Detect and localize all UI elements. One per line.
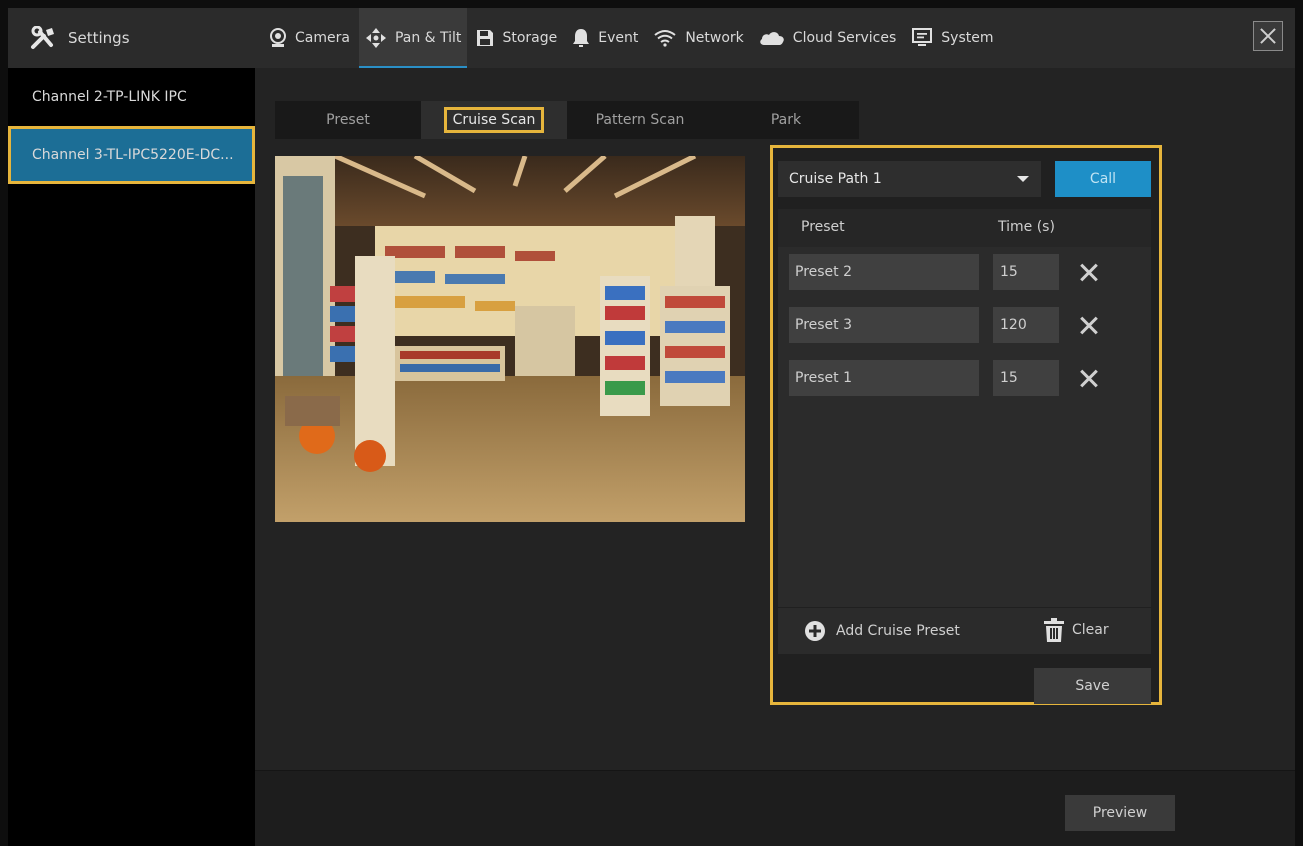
preset-field[interactable]: Preset 1	[789, 360, 979, 396]
cruise-panel: Cruise Path 1 Call Preset Time (s) Prese…	[770, 145, 1162, 705]
camera-image	[275, 156, 745, 522]
settings-label: Settings	[68, 29, 130, 47]
tab-cloud-services[interactable]: Cloud Services	[753, 8, 902, 68]
wifi-icon	[654, 30, 676, 47]
trash-icon	[1044, 618, 1064, 642]
channel-sidebar: Channel 2-TP-LINK IPC Channel 3-TL-IPC52…	[8, 68, 255, 846]
tab-pattern-scan[interactable]: Pattern Scan	[567, 101, 713, 139]
cruise-path-select[interactable]: Cruise Path 1	[778, 161, 1041, 197]
preset-field[interactable]: Preset 2	[789, 254, 979, 290]
main-content: Preset Cruise Scan Pattern Scan Park Cru…	[255, 68, 1295, 846]
tab-camera-label: Camera	[295, 30, 350, 46]
list-actions: Add Cruise Preset Clear	[778, 608, 1151, 654]
cruise-preset-list: Preset Time (s) Preset 2 15 Preset 3 120…	[778, 209, 1151, 607]
settings-title: Settings	[30, 26, 130, 50]
storage-icon	[477, 30, 494, 46]
tab-cloud-services-label: Cloud Services	[792, 30, 897, 46]
tab-camera[interactable]: Camera	[263, 8, 356, 68]
top-bar: Settings Camera Pan & Tilt Storage Event…	[8, 8, 1295, 68]
tab-network-label: Network	[685, 30, 744, 46]
plus-circle-icon	[805, 621, 825, 641]
column-preset: Preset	[801, 219, 845, 235]
preview-button[interactable]: Preview	[1065, 795, 1175, 831]
delete-icon[interactable]	[1078, 367, 1100, 389]
column-time: Time (s)	[998, 219, 1055, 235]
tab-pan-tilt-label: Pan & Tilt	[394, 30, 462, 46]
preview-button-label: Preview	[1092, 805, 1148, 821]
tools-icon	[31, 26, 54, 49]
tab-cruise-scan[interactable]: Cruise Scan	[421, 101, 567, 139]
main-nav: Camera Pan & Tilt Storage Event Network …	[263, 8, 1003, 68]
save-button[interactable]: Save	[1034, 668, 1151, 704]
close-button[interactable]	[1253, 21, 1283, 51]
list-header: Preset Time (s)	[778, 209, 1151, 247]
list-item: Preset 2 15	[778, 247, 1151, 300]
time-field[interactable]: 120	[993, 307, 1059, 343]
tab-system-label: System	[941, 30, 994, 46]
tab-preset-label: Preset	[326, 112, 370, 128]
tab-park[interactable]: Park	[713, 101, 859, 139]
delete-icon[interactable]	[1078, 261, 1100, 283]
tab-preset[interactable]: Preset	[275, 101, 421, 139]
tab-network[interactable]: Network	[647, 8, 749, 68]
caret-down-icon	[1017, 176, 1029, 182]
call-button-label: Call	[1089, 171, 1117, 187]
monitor-icon	[912, 28, 933, 46]
time-field[interactable]: 15	[993, 254, 1059, 290]
sidebar-item-label: Channel 2-TP-LINK IPC	[32, 89, 187, 105]
clear-label: Clear	[1072, 622, 1109, 638]
tab-storage-label: Storage	[502, 30, 558, 46]
camera-icon	[270, 28, 286, 47]
footer-bar: Preview	[255, 770, 1295, 846]
bell-icon	[573, 29, 590, 47]
camera-preview[interactable]	[275, 156, 745, 522]
tab-pattern-scan-label: Pattern Scan	[595, 112, 685, 128]
tab-park-label: Park	[770, 112, 802, 128]
pan-tilt-icon	[365, 28, 386, 48]
list-item: Preset 1 15	[778, 353, 1151, 406]
tab-cruise-scan-label: Cruise Scan	[443, 107, 545, 133]
add-cruise-preset-label: Add Cruise Preset	[836, 623, 960, 639]
tab-storage[interactable]: Storage	[470, 8, 563, 68]
time-field[interactable]: 15	[993, 360, 1059, 396]
save-button-label: Save	[1075, 678, 1110, 694]
tab-event-label: Event	[598, 30, 639, 46]
clear-button[interactable]: Clear	[1044, 618, 1109, 642]
cloud-icon	[760, 32, 784, 45]
add-cruise-preset-button[interactable]: Add Cruise Preset	[804, 620, 960, 642]
delete-icon[interactable]	[1078, 314, 1100, 336]
tab-system[interactable]: System	[905, 8, 999, 68]
sidebar-item-label: Channel 3-TL-IPC5220E-DC...	[32, 147, 234, 163]
sidebar-item-channel-2[interactable]: Channel 2-TP-LINK IPC	[8, 68, 255, 126]
tab-event[interactable]: Event	[566, 8, 644, 68]
list-item: Preset 3 120	[778, 300, 1151, 353]
call-button[interactable]: Call	[1055, 161, 1151, 197]
preset-field[interactable]: Preset 3	[789, 307, 979, 343]
sidebar-item-channel-3[interactable]: Channel 3-TL-IPC5220E-DC...	[8, 126, 255, 184]
tab-pan-tilt[interactable]: Pan & Tilt	[358, 8, 468, 68]
cruise-path-value: Cruise Path 1	[789, 171, 882, 187]
subtab-bar: Preset Cruise Scan Pattern Scan Park	[275, 101, 859, 139]
